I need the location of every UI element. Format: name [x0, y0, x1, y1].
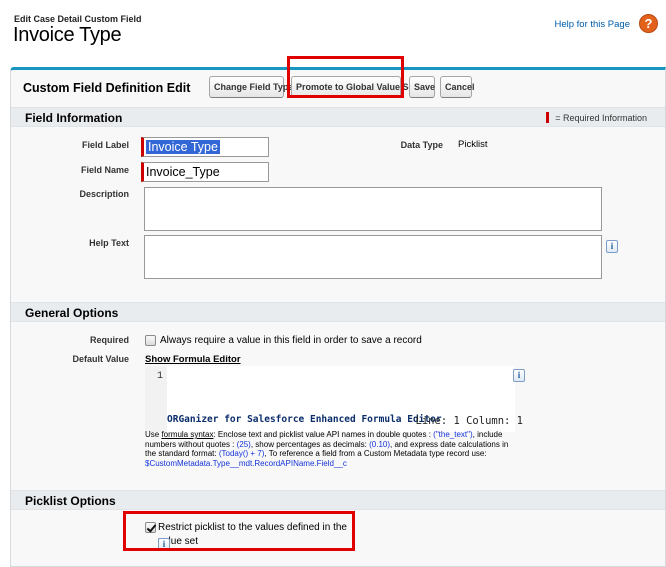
section-title: Picklist Options	[25, 494, 116, 508]
field-definition-panel: Custom Field Definition Edit Change Fiel…	[10, 67, 666, 567]
field-label-input[interactable]: Invoice Type	[141, 137, 269, 157]
help-text-label: Help Text	[89, 238, 129, 248]
field-name-label: Field Name	[80, 165, 129, 175]
section-title: Field Information	[25, 111, 123, 125]
restrict-picklist-label: Restrict picklist to the values defined …	[158, 522, 347, 547]
description-label: Description	[79, 189, 129, 199]
help-text: : Enclose text and picklist value API na…	[213, 430, 434, 439]
required-checkbox[interactable]	[145, 335, 156, 346]
required-label: Required	[89, 335, 129, 345]
example-text: ("the_text")	[433, 430, 473, 439]
example-number: (25)	[236, 439, 251, 449]
save-button[interactable]: Save	[409, 76, 435, 98]
page-title: Invoice Type	[13, 24, 122, 46]
required-legend: = Required Information	[546, 112, 647, 123]
page-subtitle: Edit Case Detail Custom Field	[14, 14, 142, 24]
show-formula-editor-link[interactable]: Show Formula Editor	[145, 354, 241, 365]
section-title: General Options	[25, 306, 119, 320]
panel-header: Custom Field Definition Edit Change Fiel…	[11, 70, 665, 106]
help-text: , show percentages as decimals:	[250, 439, 370, 449]
required-legend-text: = Required Information	[555, 113, 647, 123]
panel-title: Custom Field Definition Edit	[23, 81, 191, 95]
cancel-button[interactable]: Cancel	[440, 76, 475, 98]
change-field-type-button[interactable]: Change Field Type	[209, 76, 293, 98]
editor-brand-text: ORGanizer for Salesforce Enhanced Formul…	[167, 414, 442, 425]
picklist-options-section-header: Picklist Options	[11, 490, 665, 510]
example-date: (Today() + 7)	[218, 449, 265, 458]
formula-syntax-link[interactable]: formula syntax	[161, 430, 213, 439]
default-value-info-icon[interactable]: i	[513, 369, 525, 382]
data-type-value: Picklist	[458, 139, 488, 150]
field-information-section-header: Field Information = Required Information	[11, 107, 665, 127]
field-label-label: Field Label	[81, 140, 129, 150]
help-for-this-page-link[interactable]: Help for this Page	[554, 19, 630, 30]
example-percent: (0.10)	[369, 439, 391, 449]
general-options-section-header: General Options	[11, 302, 665, 322]
help-icon[interactable]: ?	[639, 14, 658, 33]
example-metadata: $CustomMetadata.Type__mdt.RecordAPIName.…	[145, 458, 347, 468]
help-text: Use	[145, 430, 162, 439]
description-textarea[interactable]	[144, 187, 602, 231]
restrict-picklist-checkbox[interactable]	[145, 522, 156, 533]
help-text-info-icon[interactable]: i	[606, 240, 618, 253]
editor-status-bar: ORGanizer for Salesforce Enhanced Formul…	[145, 414, 523, 430]
promote-to-global-value-set-button[interactable]: Promote to Global Value Set	[291, 76, 417, 98]
data-type-label: Data Type	[400, 140, 443, 150]
default-value-label: Default Value	[72, 354, 129, 364]
editor-cursor-position: Line: 1 Column: 1	[415, 415, 523, 427]
field-name-input[interactable]: Invoice_Type	[141, 162, 269, 182]
help-text: , To reference a field from a Custom Met…	[264, 449, 487, 458]
formula-help-text: Use formula syntax: Enclose text and pic…	[145, 430, 515, 468]
field-label-value: Invoice Type	[146, 140, 220, 154]
restrict-picklist-info-icon[interactable]: i	[158, 538, 170, 551]
required-marker-icon	[546, 112, 550, 123]
help-text-textarea[interactable]	[144, 235, 602, 279]
line-number: 1	[156, 371, 163, 382]
page-header: Edit Case Detail Custom Field Invoice Ty…	[0, 0, 666, 68]
required-checkbox-label: Always require a value in this field in …	[160, 335, 422, 346]
